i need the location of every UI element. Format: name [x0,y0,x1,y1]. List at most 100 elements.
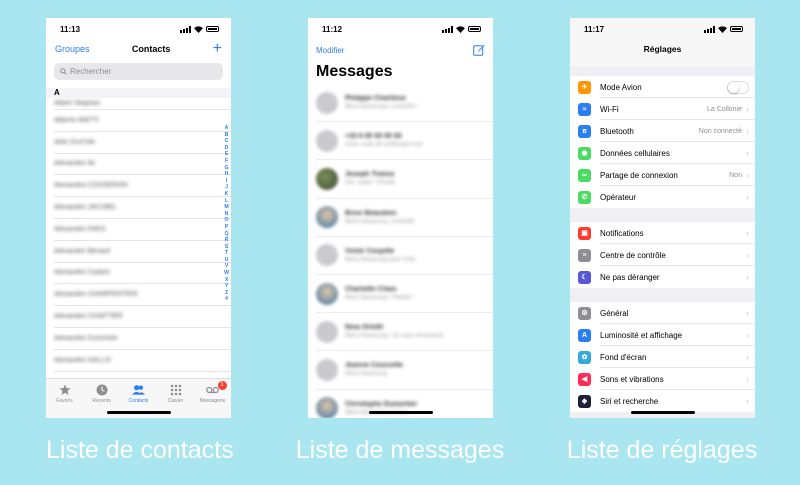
settings-row[interactable]: ◀ Sons et vibrations › [570,368,755,390]
search-placeholder: Rechercher [70,67,112,76]
settings-row[interactable]: ✆ Opérateur › [570,186,755,208]
list-item[interactable]: Alexandre JACOBS [54,197,231,219]
settings-label: Centre de contrôle [600,250,666,260]
list-item[interactable]: Alexandre FAES [54,219,231,241]
section-header: A [46,88,231,98]
index-letter[interactable]: X [225,277,228,284]
notification-badge: 1 [217,381,227,390]
compose-icon[interactable] [473,44,485,56]
chevron-right-icon: › [746,352,749,362]
contacts-list: Albert Stephan Alberto MATTI Aldo DUCHA … [46,98,231,372]
list-item[interactable]: Alexandra COSSERON [54,175,231,198]
index-letter[interactable]: H [225,171,229,178]
search-icon [60,68,67,75]
settings-group: ✈ Mode Avion ≈ Wi-Fi La Collonie › ʙ Bluetooth N… [570,76,755,208]
index-letter[interactable]: T [225,250,228,257]
chevron-right-icon: › [746,330,749,340]
list-item[interactable]: Joseph Tranca Oui, super ! Parfait [316,160,493,199]
index-letter[interactable]: K [225,191,229,198]
settings-row[interactable]: ≈ Wi-Fi La Collonie › [570,98,755,120]
index-letter[interactable]: O [225,217,229,224]
avatar [316,282,338,305]
index-letter[interactable]: C [225,138,229,145]
index-letter[interactable]: B [225,132,229,139]
list-item[interactable]: Alexandre CHAPTIER [54,306,231,328]
list-item[interactable]: Jeanne Courcelle Merci beaucoup [316,351,493,390]
airplane-toggle[interactable] [727,80,749,94]
index-letter[interactable]: E [225,151,228,158]
list-item[interactable]: Brice Beaudoin Merci beaucoup, à bientôt [316,199,493,237]
index-letter[interactable]: R [225,237,229,244]
index-letter[interactable]: W [224,270,229,277]
settings-row[interactable]: ʙ Bluetooth Non connecté › [570,120,755,142]
settings-row[interactable]: ∞ Partage de connexion Non › [570,164,755,186]
index-letter[interactable]: S [225,244,228,251]
tab-voicemail[interactable]: Messagerie 1 [195,381,231,418]
search-input[interactable]: Rechercher [54,63,223,80]
list-item[interactable]: Alberto MATTI [54,110,231,132]
index-letter[interactable]: P [225,224,228,231]
index-letter[interactable]: F [225,158,228,165]
index-letter[interactable]: Y [225,283,228,290]
list-item[interactable]: Philippe Charlieux Merci beaucoup, à bien… [316,84,493,123]
settings-label: Mode Avion [600,82,642,92]
list-item[interactable]: Alexandre CHARPENTIER [54,284,231,307]
cellular-icon: ◉ [578,146,591,160]
index-letter[interactable]: D [225,145,229,152]
list-item[interactable]: Alexandre Cadam [54,263,231,285]
index-letter[interactable]: J [225,184,228,191]
settings-row[interactable]: A Luminosité et affichage › [570,324,755,346]
groups-button[interactable]: Groupes [55,44,90,54]
bluetooth-icon: ʙ [578,124,591,138]
index-letter[interactable]: M [224,204,228,211]
index-letter[interactable]: # [225,296,228,303]
battery-icon [206,26,219,32]
settings-label: Notifications [600,228,644,238]
settings-row[interactable]: ☾ Ne pas déranger › [570,266,755,288]
edit-button[interactable]: Modifier [316,46,344,55]
settings-row[interactable]: ⚙ Général › [570,302,755,324]
settings-row[interactable]: ◈ Siri et recherche › [570,390,755,412]
clock-icon [95,383,108,396]
chevron-right-icon: › [746,192,749,202]
list-item[interactable]: Charlotte Chaix Merci beaucoup ! Parfait … [316,275,493,314]
list-item[interactable]: Alexandre Dumortier [54,328,231,350]
tab-favorites[interactable]: Favoris [47,383,83,418]
list-item[interactable]: Alexandre GALLO [54,350,231,372]
settings-group: ⚙ Général › A Luminosité et affichage › ✿ Fond … [570,302,755,412]
status-time: 11:13 [60,24,81,34]
index-letter[interactable]: V [225,263,228,270]
settings-row[interactable]: ✿ Fond d'écran › [570,346,755,368]
page-title: Réglages [643,44,682,54]
index-letter[interactable]: U [225,257,229,264]
list-item[interactable]: Albert Stephan [54,98,231,110]
index-letter[interactable]: L [225,198,228,205]
list-item[interactable]: Victor Coujolle Merci beaucoup pour l'inf… [316,237,493,275]
list-item[interactable]: Nina Orlotti Merci beaucoup ! Je vous rec… [316,313,493,352]
settings-value: Non connecté [698,127,742,135]
list-item[interactable]: Alexandre Benard [54,241,231,263]
settings-label: Données cellulaires [600,148,670,158]
messages-list: Philippe Charlieux Merci beaucoup, à bien… [308,84,493,418]
chevron-right-icon: › [746,104,749,114]
index-letter[interactable]: Z [225,290,228,297]
list-item[interactable]: Alexandre Ali [54,154,231,176]
index-letter[interactable]: N [225,211,229,218]
settings-row[interactable]: ◉ Données cellulaires › [570,142,755,164]
settings-row[interactable]: ≡ Centre de contrôle › [570,244,755,266]
index-letter[interactable]: A [225,125,229,132]
signal-icon [442,25,453,33]
index-letter[interactable]: I [226,178,227,185]
index-letter[interactable]: G [225,165,229,172]
settings-row[interactable]: ▣ Notifications › [570,222,755,244]
index-letter[interactable]: Q [225,231,229,238]
contacts-screen: 11:13 Groupes Contacts + Rechercher A Al… [46,18,231,418]
alphabet-index[interactable]: A B C D E F G H I J K L M N O P Q R S T U V W X Y Z # [224,125,229,303]
settings-label: Opérateur [600,192,637,202]
add-contact-button[interactable]: + [213,41,222,57]
list-item[interactable]: +33 6 00 00 00 00 Votre code de vérificat… [316,122,493,161]
avatar [316,206,338,229]
wifi-icon [194,25,203,33]
list-item[interactable]: Aldo DUCHA [54,132,231,154]
settings-row[interactable]: ✈ Mode Avion [570,76,755,98]
